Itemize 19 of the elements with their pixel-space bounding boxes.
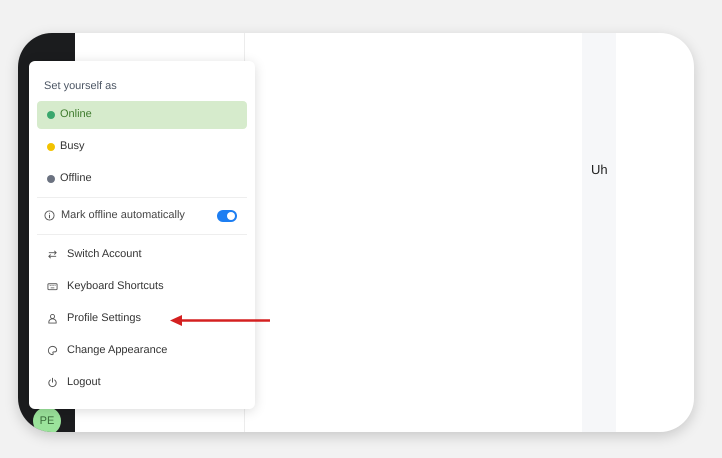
menu-item[interactable]: Profile Settings: [37, 302, 247, 334]
palette-icon: [47, 345, 58, 356]
switch-arrows-icon: [47, 249, 58, 260]
avatar[interactable]: PE: [33, 407, 61, 432]
status-option[interactable]: Busy: [37, 132, 247, 160]
user-icon: [47, 313, 58, 324]
menu-item[interactable]: Change Appearance: [37, 334, 247, 366]
auto-offline-label: Mark offline automatically: [61, 208, 186, 224]
menu-item[interactable]: Switch Account: [37, 238, 247, 270]
keyboard-icon: [47, 281, 58, 292]
status-option[interactable]: Offline: [37, 164, 247, 192]
toggle-switch[interactable]: [217, 210, 237, 222]
menu-heading: Set yourself as: [43, 79, 118, 94]
power-icon: [47, 377, 58, 388]
menu-item[interactable]: Keyboard Shortcuts: [37, 270, 247, 302]
info-icon: [44, 210, 55, 221]
message-text: Uh: [591, 162, 608, 177]
menu-item[interactable]: Logout: [37, 366, 247, 398]
status-option[interactable]: Online: [37, 100, 247, 128]
